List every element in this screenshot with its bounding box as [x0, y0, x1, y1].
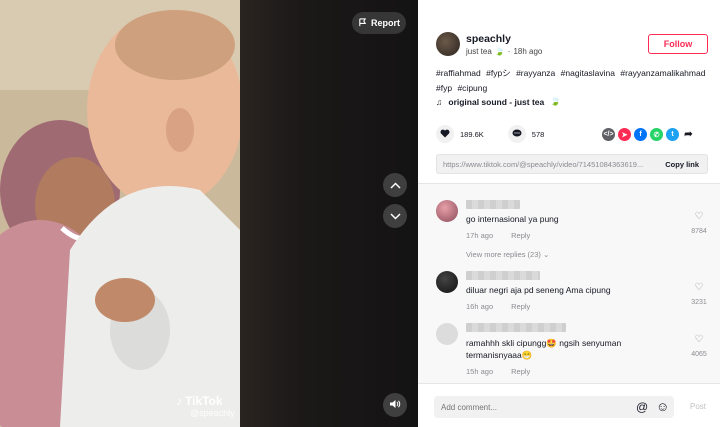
comment-like-button[interactable]: ♡ 8784 [688, 211, 710, 235]
embed-icon[interactable]: </> [602, 128, 615, 141]
comment-composer: @ ☺ Post [418, 383, 720, 427]
tiktok-logo-icon: ♪ [176, 394, 182, 408]
video-link-box: https://www.tiktok.com/@speachly/video/7… [436, 154, 708, 174]
post-time: 18h ago [513, 47, 543, 56]
comment-meta: 17h ago Reply [466, 231, 530, 240]
comment-button[interactable] [507, 125, 526, 143]
post-button[interactable]: Post [690, 402, 706, 411]
leaf-icon: 🍃 [494, 47, 505, 56]
report-label: Report [371, 18, 400, 28]
speaker-icon [389, 396, 401, 414]
twitter-icon[interactable]: t [666, 128, 679, 141]
heart-icon [440, 129, 450, 140]
comment-like-count: 3231 [691, 299, 707, 306]
heart-outline-icon: ♡ [694, 211, 704, 222]
heart-outline-icon: ♡ [694, 334, 704, 345]
video-still [0, 0, 240, 427]
chevron-down-icon [389, 207, 401, 225]
commenter-name-redacted [466, 200, 520, 209]
comment-count: 578 [531, 129, 545, 139]
hashtag-link[interactable]: #cipung [457, 83, 487, 93]
hashtag-link[interactable]: #rayyanzamalikahmad [620, 68, 705, 78]
comments-list[interactable]: go internasional ya pung 17h ago Reply ♡… [418, 183, 720, 383]
heart-outline-icon: ♡ [694, 282, 704, 293]
share-arrow-icon[interactable]: ➦ [682, 128, 695, 141]
like-count: 189.6K [460, 129, 484, 139]
hashtag-link[interactable]: #rayyanza [516, 68, 555, 78]
share-icons: </> ➤ f ✆ t ➦ [602, 128, 695, 141]
video-url[interactable]: https://www.tiktok.com/@speachly/video/7… [443, 160, 653, 169]
post-caption: #raffiahmad #fypシ #rayyanza #nagitaslavi… [436, 66, 710, 96]
commenter-avatar[interactable] [436, 271, 458, 293]
comment-text: diluar negri aja pd seneng Ama cipung [466, 285, 611, 295]
music-note-icon: ♫ [436, 96, 443, 107]
chevron-down-icon: ⌄ [542, 250, 550, 259]
author-username[interactable]: speachly [466, 33, 511, 45]
facebook-icon[interactable]: f [634, 128, 647, 141]
comment-like-count: 8784 [691, 228, 707, 235]
watermark-handle: @speachly [190, 408, 235, 418]
leaf-icon: 🍃 [550, 96, 561, 106]
view-more-replies-label: View more replies (23) [466, 250, 541, 259]
emoji-icon[interactable]: ☺ [656, 399, 669, 414]
like-button[interactable] [436, 125, 454, 143]
comment-meta: 16h ago Reply [466, 302, 530, 311]
previous-video-button[interactable] [383, 173, 407, 197]
sound-label: original sound - just tea [448, 96, 545, 107]
hashtag-link[interactable]: #fypシ [486, 68, 511, 78]
hashtag-link[interactable]: #raffiahmad [436, 68, 481, 78]
comment-like-button[interactable]: ♡ 4065 [688, 334, 710, 358]
flag-icon [358, 17, 367, 29]
comment-text: go internasional ya pung [466, 214, 559, 224]
comment-time: 17h ago [466, 231, 494, 240]
comment-like-button[interactable]: ♡ 3231 [688, 282, 710, 306]
volume-button[interactable] [383, 393, 407, 417]
mention-icon[interactable]: @ [636, 400, 648, 414]
reply-button[interactable]: Reply [511, 231, 530, 240]
watermark-brand: TikTok [185, 394, 223, 408]
tiktok-watermark: ♪ TikTok @speachly [176, 394, 235, 418]
commenter-name-redacted [466, 323, 566, 332]
author-nickname: just tea [466, 47, 492, 56]
comment-meta: 15h ago Reply [466, 367, 530, 376]
follow-button[interactable]: Follow [648, 34, 708, 54]
comment-time: 16h ago [466, 302, 494, 311]
author-avatar[interactable] [436, 32, 460, 56]
post-details-panel: speachly just tea 🍃 · 18h ago Follow #ra… [418, 0, 720, 427]
commenter-avatar-default[interactable] [436, 323, 458, 345]
next-video-button[interactable] [383, 204, 407, 228]
report-button[interactable]: Report [352, 12, 406, 34]
comment-text: ramahhh skli cipungg🤩 ngsih senyuman ter… [466, 338, 622, 360]
video-player[interactable]: Report ♪ TikTok @speachly [0, 0, 418, 427]
whatsapp-icon[interactable]: ✆ [650, 128, 663, 141]
chevron-up-icon [389, 176, 401, 194]
commenter-avatar[interactable] [436, 200, 458, 222]
sound-link[interactable]: ♫ original sound - just tea 🍃 [436, 96, 561, 107]
author-header: speachly just tea 🍃 · 18h ago Follow [436, 32, 710, 62]
author-subline: just tea 🍃 · 18h ago [466, 47, 542, 56]
engagement-stats: 189.6K 578 [436, 125, 562, 143]
comment-time: 15h ago [466, 367, 494, 376]
hashtag-link[interactable]: #fyp [436, 83, 452, 93]
comment-bubble-icon [512, 129, 522, 140]
separator-dot: · [507, 47, 511, 56]
video-frame[interactable] [0, 0, 240, 427]
send-icon[interactable]: ➤ [618, 128, 631, 141]
hashtag-link[interactable]: #nagitaslavina [561, 68, 615, 78]
view-more-replies[interactable]: View more replies (23) ⌄ [466, 250, 549, 259]
comment-like-count: 4065 [691, 351, 707, 358]
reply-button[interactable]: Reply [511, 367, 530, 376]
copy-link-button[interactable]: Copy link [665, 160, 699, 169]
reply-button[interactable]: Reply [511, 302, 530, 311]
commenter-name-redacted [466, 271, 540, 280]
